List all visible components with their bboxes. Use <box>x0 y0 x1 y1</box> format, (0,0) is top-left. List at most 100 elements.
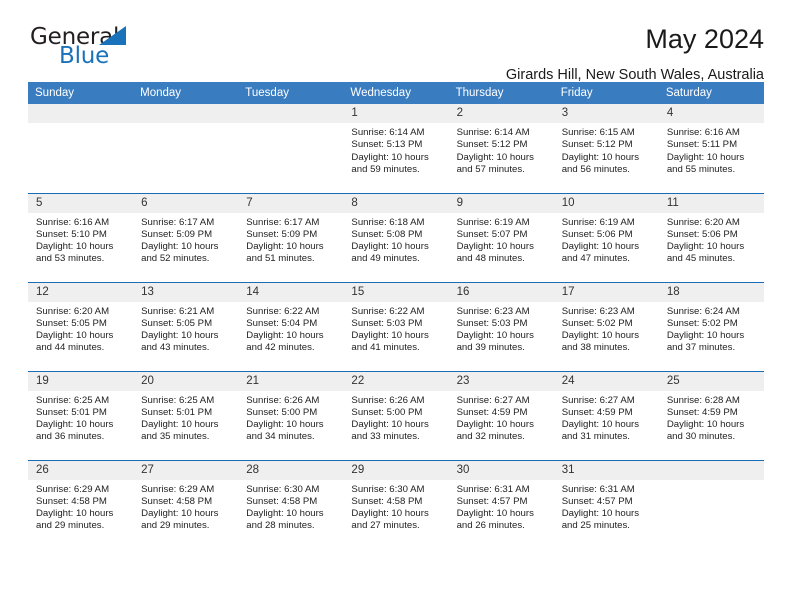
sunset-text: Sunset: 5:10 PM <box>36 228 107 240</box>
daylight-text: Daylight: 10 hours and 31 minutes. <box>561 419 640 443</box>
daylight-text: Daylight: 10 hours and 47 minutes. <box>561 241 640 265</box>
daylight-text: Daylight: 10 hours and 28 minutes. <box>246 508 324 532</box>
day-details: Sunrise: 6:22 AM Sunset: 5:04 PM Daylight:… <box>238 302 343 355</box>
calendar-day-cell[interactable]: 6 Sunrise: 6:17 AM Sunset: 5:09 PM Daylight… <box>133 192 239 282</box>
calendar-day-cell[interactable]: 2 Sunrise: 6:14 AM Sunset: 5:12 PM Daylight… <box>448 104 554 193</box>
calendar-day-cell-empty <box>133 104 239 193</box>
calendar-day-cell[interactable]: 31 Sunrise: 6:31 AM Sunset: 4:57 PM Dayligh… <box>553 459 659 549</box>
day-number: 12 <box>28 282 134 302</box>
calendar-day-cell[interactable]: 27 Sunrise: 6:29 AM Sunset: 4:58 PM Dayligh… <box>133 459 239 549</box>
sunset-text: Sunset: 4:57 PM <box>456 495 528 507</box>
day-number <box>28 104 134 123</box>
sunrise-text: Sunrise: 6:27 AM <box>561 394 635 406</box>
day-details: Sunrise: 6:20 AM Sunset: 5:06 PM Daylight:… <box>659 213 764 266</box>
day-number: 27 <box>133 460 239 480</box>
calendar-day-cell[interactable]: 17 Sunrise: 6:23 AM Sunset: 5:02 PM Dayligh… <box>553 281 659 371</box>
day-number: 6 <box>133 193 239 213</box>
calendar-day-cell[interactable]: 29 Sunrise: 6:30 AM Sunset: 4:58 PM Dayligh… <box>343 459 449 549</box>
calendar-day-cell[interactable]: 4 Sunrise: 6:16 AM Sunset: 5:11 PM Daylight… <box>658 104 764 193</box>
calendar-day-cell[interactable]: 3 Sunrise: 6:15 AM Sunset: 5:12 PM Daylight… <box>553 104 659 193</box>
weekday-header-tuesday: Tuesday <box>238 82 344 104</box>
weekday-header-wednesday: Wednesday <box>343 82 449 104</box>
daylight-text: Daylight: 10 hours and 36 minutes. <box>36 419 114 443</box>
weekday-header-thursday: Thursday <box>448 82 554 104</box>
sunset-text: Sunset: 5:06 PM <box>666 228 738 240</box>
calendar-day-cell[interactable]: 5 Sunrise: 6:16 AM Sunset: 5:10 PM Daylight… <box>28 192 134 282</box>
sunset-text: Sunset: 5:00 PM <box>351 406 423 418</box>
sunset-text: Sunset: 4:59 PM <box>456 406 528 418</box>
day-number <box>658 460 764 480</box>
day-details: Sunrise: 6:15 AM Sunset: 5:12 PM Daylight:… <box>554 123 659 176</box>
sunrise-text: Sunrise: 6:25 AM <box>36 394 110 406</box>
calendar-week-row: 1 Sunrise: 6:14 AM Sunset: 5:13 PM Daylight… <box>28 104 764 193</box>
day-number: 17 <box>553 282 659 302</box>
sunrise-text: Sunrise: 6:19 AM <box>456 216 530 228</box>
calendar-day-cell[interactable]: 8 Sunrise: 6:18 AM Sunset: 5:08 PM Daylight… <box>343 192 449 282</box>
calendar-day-cell[interactable]: 26 Sunrise: 6:29 AM Sunset: 4:58 PM Dayligh… <box>28 459 134 549</box>
sunrise-text: Sunrise: 6:27 AM <box>456 394 530 406</box>
day-number: 13 <box>133 282 239 302</box>
calendar-day-cell[interactable]: 28 Sunrise: 6:30 AM Sunset: 4:58 PM Dayligh… <box>238 459 344 549</box>
calendar-day-cell[interactable]: 7 Sunrise: 6:17 AM Sunset: 5:09 PM Daylight… <box>238 192 344 282</box>
daylight-text: Daylight: 10 hours and 30 minutes. <box>666 419 745 443</box>
calendar-day-cell[interactable]: 18 Sunrise: 6:24 AM Sunset: 5:02 PM Dayligh… <box>658 281 764 371</box>
calendar-day-cell[interactable]: 24 Sunrise: 6:27 AM Sunset: 4:59 PM Dayligh… <box>553 370 659 460</box>
day-number: 4 <box>658 104 764 123</box>
day-details: Sunrise: 6:30 AM Sunset: 4:58 PM Daylight:… <box>238 480 343 533</box>
sunset-text: Sunset: 4:58 PM <box>36 495 107 507</box>
sunset-text: Sunset: 5:02 PM <box>561 317 633 329</box>
sunrise-text: Sunrise: 6:26 AM <box>351 394 425 406</box>
day-number: 9 <box>448 193 554 213</box>
calendar-week-row: 5 Sunrise: 6:16 AM Sunset: 5:10 PM Daylight… <box>28 192 764 282</box>
sunrise-text: Sunrise: 6:29 AM <box>141 483 215 495</box>
calendar-day-cell[interactable]: 15 Sunrise: 6:22 AM Sunset: 5:03 PM Dayligh… <box>343 281 449 371</box>
day-details: Sunrise: 6:19 AM Sunset: 5:06 PM Daylight:… <box>554 213 659 266</box>
day-details: Sunrise: 6:21 AM Sunset: 5:05 PM Daylight:… <box>133 302 238 355</box>
calendar-day-cell[interactable]: 30 Sunrise: 6:31 AM Sunset: 4:57 PM Dayligh… <box>448 459 554 549</box>
sunset-text: Sunset: 5:06 PM <box>561 228 633 240</box>
calendar-week-row: 19 Sunrise: 6:25 AM Sunset: 5:01 PM Dayligh… <box>28 370 764 460</box>
daylight-text: Daylight: 10 hours and 33 minutes. <box>351 419 429 443</box>
day-number: 20 <box>133 371 239 391</box>
sunrise-text: Sunrise: 6:20 AM <box>666 216 740 228</box>
day-number: 31 <box>553 460 659 480</box>
sunrise-text: Sunrise: 6:29 AM <box>36 483 110 495</box>
calendar-day-cell[interactable]: 23 Sunrise: 6:27 AM Sunset: 4:59 PM Dayligh… <box>448 370 554 460</box>
day-details: Sunrise: 6:20 AM Sunset: 5:05 PM Daylight:… <box>28 302 133 355</box>
day-number: 18 <box>658 282 764 302</box>
day-number: 26 <box>28 460 134 480</box>
calendar-day-cell[interactable]: 12 Sunrise: 6:20 AM Sunset: 5:05 PM Dayligh… <box>28 281 134 371</box>
daylight-text: Daylight: 10 hours and 29 minutes. <box>36 508 114 532</box>
daylight-text: Daylight: 10 hours and 52 minutes. <box>141 241 219 265</box>
calendar-day-cell[interactable]: 11 Sunrise: 6:20 AM Sunset: 5:06 PM Dayligh… <box>658 192 764 282</box>
daylight-text: Daylight: 10 hours and 32 minutes. <box>456 419 534 443</box>
calendar-day-cell[interactable]: 1 Sunrise: 6:14 AM Sunset: 5:13 PM Daylight… <box>343 104 449 193</box>
calendar-day-cell[interactable]: 13 Sunrise: 6:21 AM Sunset: 5:05 PM Dayligh… <box>133 281 239 371</box>
calendar-day-cell[interactable]: 22 Sunrise: 6:26 AM Sunset: 5:00 PM Dayligh… <box>343 370 449 460</box>
calendar-day-cell[interactable]: 16 Sunrise: 6:23 AM Sunset: 5:03 PM Dayligh… <box>448 281 554 371</box>
sunset-text: Sunset: 5:01 PM <box>141 406 213 418</box>
day-details: Sunrise: 6:17 AM Sunset: 5:09 PM Daylight:… <box>133 213 238 266</box>
daylight-text: Daylight: 10 hours and 43 minutes. <box>141 330 219 354</box>
daylight-text: Daylight: 10 hours and 25 minutes. <box>561 508 640 532</box>
day-number: 23 <box>448 371 554 391</box>
calendar-day-cell[interactable]: 19 Sunrise: 6:25 AM Sunset: 5:01 PM Dayligh… <box>28 370 134 460</box>
calendar-day-cell[interactable]: 14 Sunrise: 6:22 AM Sunset: 5:04 PM Dayligh… <box>238 281 344 371</box>
calendar-day-cell[interactable]: 20 Sunrise: 6:25 AM Sunset: 5:01 PM Dayligh… <box>133 370 239 460</box>
sunrise-text: Sunrise: 6:17 AM <box>246 216 320 228</box>
calendar-day-cell[interactable]: 21 Sunrise: 6:26 AM Sunset: 5:00 PM Dayligh… <box>238 370 344 460</box>
day-details: Sunrise: 6:29 AM Sunset: 4:58 PM Daylight:… <box>28 480 133 533</box>
calendar-page: General Blue May 2024 Girards Hill, New … <box>0 0 792 612</box>
daylight-text: Daylight: 10 hours and 55 minutes. <box>666 151 745 175</box>
calendar-day-cell[interactable]: 25 Sunrise: 6:28 AM Sunset: 4:59 PM Dayligh… <box>658 370 764 460</box>
day-number: 15 <box>343 282 449 302</box>
day-details: Sunrise: 6:17 AM Sunset: 5:09 PM Daylight:… <box>238 213 343 266</box>
sunset-text: Sunset: 5:00 PM <box>246 406 318 418</box>
sunrise-text: Sunrise: 6:30 AM <box>246 483 320 495</box>
weekday-header-sunday: Sunday <box>28 82 134 104</box>
calendar-day-cell[interactable]: 10 Sunrise: 6:19 AM Sunset: 5:06 PM Dayligh… <box>553 192 659 282</box>
day-details: Sunrise: 6:25 AM Sunset: 5:01 PM Daylight:… <box>133 391 238 444</box>
calendar-day-cell[interactable]: 9 Sunrise: 6:19 AM Sunset: 5:07 PM Daylight… <box>448 192 554 282</box>
day-details: Sunrise: 6:26 AM Sunset: 5:00 PM Daylight:… <box>238 391 343 444</box>
sunrise-text: Sunrise: 6:31 AM <box>561 483 635 495</box>
